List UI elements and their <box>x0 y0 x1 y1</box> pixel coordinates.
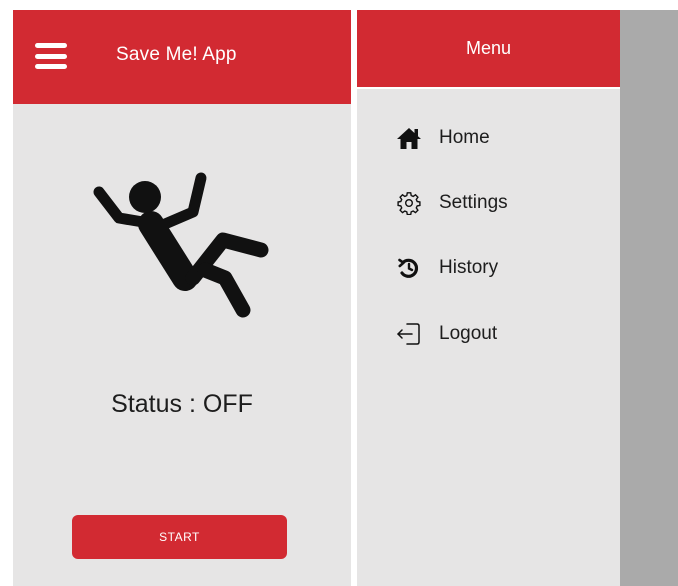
gear-icon <box>395 189 423 217</box>
drawer-header: Menu <box>357 10 620 89</box>
menu-item-label: Home <box>439 127 490 148</box>
navigation-drawer: Menu Home Settings History Logout <box>357 10 620 586</box>
history-icon <box>395 254 423 282</box>
canvas: Save Me! App Status : OFF START Menu Hom… <box>0 0 678 586</box>
logout-icon <box>395 320 423 348</box>
menu-item-label: Settings <box>439 192 508 213</box>
menu-item-logout[interactable]: Logout <box>395 317 595 351</box>
app-title: Save Me! App <box>116 44 237 65</box>
home-icon <box>395 124 423 152</box>
start-button[interactable]: START <box>72 515 287 559</box>
menu-item-history[interactable]: History <box>395 251 595 285</box>
drawer-screen: Menu Home Settings History Logout <box>357 10 678 586</box>
menu-item-label: Logout <box>439 323 498 344</box>
main-screen: Save Me! App Status : OFF START <box>13 10 351 586</box>
app-bar: Save Me! App <box>13 10 351 104</box>
menu-item-home[interactable]: Home <box>395 121 595 155</box>
hamburger-menu-icon[interactable] <box>35 43 67 69</box>
drawer-title: Menu <box>465 38 512 58</box>
status-text: Status : OFF <box>111 390 253 418</box>
drawer-scrim-overlay[interactable] <box>620 10 678 586</box>
person-falling-icon <box>93 172 269 318</box>
menu-item-label: History <box>439 257 499 278</box>
menu-item-settings[interactable]: Settings <box>395 186 595 220</box>
